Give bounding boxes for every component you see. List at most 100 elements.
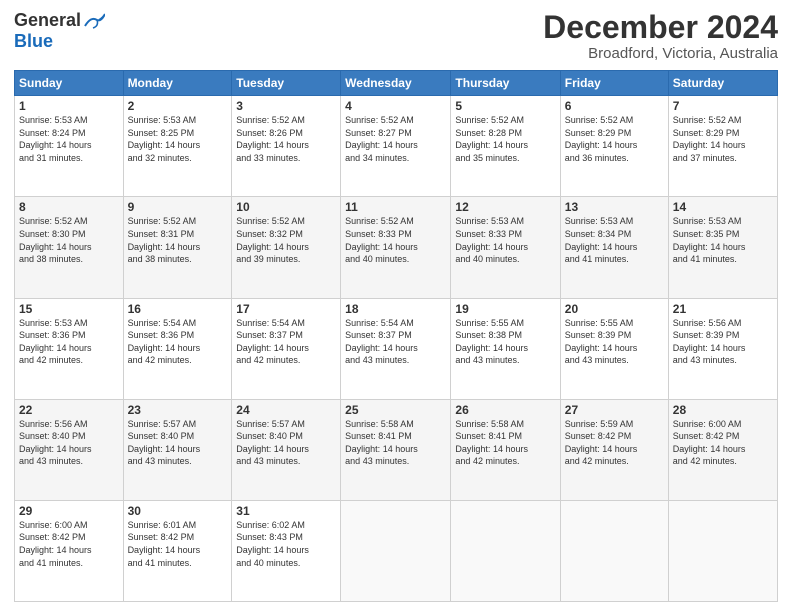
day-cell bbox=[560, 500, 668, 601]
sunrise-text: Sunrise: 5:55 AM bbox=[455, 318, 524, 328]
minutes-text: and 36 minutes. bbox=[565, 153, 629, 163]
minutes-text: and 41 minutes. bbox=[565, 254, 629, 264]
sunrise-text: Sunrise: 5:58 AM bbox=[345, 419, 414, 429]
sunset-text: Sunset: 8:33 PM bbox=[455, 229, 522, 239]
sunset-text: Sunset: 8:36 PM bbox=[128, 330, 195, 340]
sunset-text: Sunset: 8:39 PM bbox=[565, 330, 632, 340]
day-number: 9 bbox=[128, 200, 228, 214]
sunset-text: Sunset: 8:29 PM bbox=[673, 128, 740, 138]
sunset-text: Sunset: 8:37 PM bbox=[345, 330, 412, 340]
daylight-text: Daylight: 14 hours bbox=[345, 140, 418, 150]
sunset-text: Sunset: 8:42 PM bbox=[128, 532, 195, 542]
day-info: Sunrise: 5:53 AM Sunset: 8:36 PM Dayligh… bbox=[19, 317, 119, 367]
sunrise-text: Sunrise: 5:56 AM bbox=[19, 419, 88, 429]
minutes-text: and 40 minutes. bbox=[236, 558, 300, 568]
sunrise-text: Sunrise: 5:53 AM bbox=[19, 115, 88, 125]
day-cell: 30 Sunrise: 6:01 AM Sunset: 8:42 PM Dayl… bbox=[123, 500, 232, 601]
day-info: Sunrise: 5:54 AM Sunset: 8:36 PM Dayligh… bbox=[128, 317, 228, 367]
day-number: 20 bbox=[565, 302, 664, 316]
day-cell: 22 Sunrise: 5:56 AM Sunset: 8:40 PM Dayl… bbox=[15, 399, 124, 500]
sunrise-text: Sunrise: 5:53 AM bbox=[128, 115, 197, 125]
day-info: Sunrise: 5:52 AM Sunset: 8:32 PM Dayligh… bbox=[236, 215, 336, 265]
day-cell: 21 Sunrise: 5:56 AM Sunset: 8:39 PM Dayl… bbox=[668, 298, 777, 399]
day-info: Sunrise: 5:52 AM Sunset: 8:29 PM Dayligh… bbox=[565, 114, 664, 164]
minutes-text: and 43 minutes. bbox=[673, 355, 737, 365]
minutes-text: and 42 minutes. bbox=[236, 355, 300, 365]
day-cell: 13 Sunrise: 5:53 AM Sunset: 8:34 PM Dayl… bbox=[560, 197, 668, 298]
day-cell bbox=[451, 500, 560, 601]
sunrise-text: Sunrise: 5:52 AM bbox=[19, 216, 88, 226]
daylight-text: Daylight: 14 hours bbox=[345, 343, 418, 353]
day-number: 22 bbox=[19, 403, 119, 417]
day-info: Sunrise: 5:54 AM Sunset: 8:37 PM Dayligh… bbox=[345, 317, 446, 367]
day-number: 28 bbox=[673, 403, 773, 417]
day-cell: 16 Sunrise: 5:54 AM Sunset: 8:36 PM Dayl… bbox=[123, 298, 232, 399]
location: Broadford, Victoria, Australia bbox=[543, 45, 778, 62]
day-cell: 12 Sunrise: 5:53 AM Sunset: 8:33 PM Dayl… bbox=[451, 197, 560, 298]
day-info: Sunrise: 6:01 AM Sunset: 8:42 PM Dayligh… bbox=[128, 519, 228, 569]
day-info: Sunrise: 5:52 AM Sunset: 8:31 PM Dayligh… bbox=[128, 215, 228, 265]
sunrise-text: Sunrise: 5:58 AM bbox=[455, 419, 524, 429]
sunset-text: Sunset: 8:36 PM bbox=[19, 330, 86, 340]
day-info: Sunrise: 5:53 AM Sunset: 8:25 PM Dayligh… bbox=[128, 114, 228, 164]
sunrise-text: Sunrise: 5:52 AM bbox=[345, 115, 414, 125]
day-header-friday: Friday bbox=[560, 71, 668, 96]
day-header-thursday: Thursday bbox=[451, 71, 560, 96]
day-cell: 8 Sunrise: 5:52 AM Sunset: 8:30 PM Dayli… bbox=[15, 197, 124, 298]
sunset-text: Sunset: 8:37 PM bbox=[236, 330, 303, 340]
minutes-text: and 43 minutes. bbox=[236, 456, 300, 466]
logo-bird-icon bbox=[83, 12, 105, 30]
sunset-text: Sunset: 8:43 PM bbox=[236, 532, 303, 542]
sunset-text: Sunset: 8:42 PM bbox=[19, 532, 86, 542]
sunrise-text: Sunrise: 5:54 AM bbox=[345, 318, 414, 328]
sunrise-text: Sunrise: 5:52 AM bbox=[565, 115, 634, 125]
daylight-text: Daylight: 14 hours bbox=[19, 545, 92, 555]
sunset-text: Sunset: 8:33 PM bbox=[345, 229, 412, 239]
day-cell: 1 Sunrise: 5:53 AM Sunset: 8:24 PM Dayli… bbox=[15, 96, 124, 197]
day-cell: 7 Sunrise: 5:52 AM Sunset: 8:29 PM Dayli… bbox=[668, 96, 777, 197]
minutes-text: and 43 minutes. bbox=[345, 355, 409, 365]
daylight-text: Daylight: 14 hours bbox=[673, 140, 746, 150]
day-number: 3 bbox=[236, 99, 336, 113]
sunset-text: Sunset: 8:24 PM bbox=[19, 128, 86, 138]
sunrise-text: Sunrise: 5:57 AM bbox=[236, 419, 305, 429]
day-info: Sunrise: 5:56 AM Sunset: 8:39 PM Dayligh… bbox=[673, 317, 773, 367]
day-info: Sunrise: 5:56 AM Sunset: 8:40 PM Dayligh… bbox=[19, 418, 119, 468]
day-number: 24 bbox=[236, 403, 336, 417]
daylight-text: Daylight: 14 hours bbox=[236, 140, 309, 150]
day-info: Sunrise: 5:52 AM Sunset: 8:30 PM Dayligh… bbox=[19, 215, 119, 265]
daylight-text: Daylight: 14 hours bbox=[345, 444, 418, 454]
day-info: Sunrise: 6:00 AM Sunset: 8:42 PM Dayligh… bbox=[19, 519, 119, 569]
logo-general: General bbox=[14, 10, 81, 31]
logo-blue: Blue bbox=[14, 31, 53, 52]
day-number: 11 bbox=[345, 200, 446, 214]
daylight-text: Daylight: 14 hours bbox=[455, 444, 528, 454]
minutes-text: and 37 minutes. bbox=[673, 153, 737, 163]
minutes-text: and 40 minutes. bbox=[455, 254, 519, 264]
day-number: 12 bbox=[455, 200, 555, 214]
day-cell: 4 Sunrise: 5:52 AM Sunset: 8:27 PM Dayli… bbox=[341, 96, 451, 197]
day-info: Sunrise: 5:55 AM Sunset: 8:38 PM Dayligh… bbox=[455, 317, 555, 367]
day-cell bbox=[341, 500, 451, 601]
minutes-text: and 42 minutes. bbox=[19, 355, 83, 365]
day-number: 25 bbox=[345, 403, 446, 417]
sunrise-text: Sunrise: 5:53 AM bbox=[565, 216, 634, 226]
minutes-text: and 42 minutes. bbox=[455, 456, 519, 466]
sunrise-text: Sunrise: 6:01 AM bbox=[128, 520, 197, 530]
day-cell: 25 Sunrise: 5:58 AM Sunset: 8:41 PM Dayl… bbox=[341, 399, 451, 500]
daylight-text: Daylight: 14 hours bbox=[19, 140, 92, 150]
day-info: Sunrise: 5:53 AM Sunset: 8:35 PM Dayligh… bbox=[673, 215, 773, 265]
day-header-tuesday: Tuesday bbox=[232, 71, 341, 96]
minutes-text: and 31 minutes. bbox=[19, 153, 83, 163]
day-cell: 20 Sunrise: 5:55 AM Sunset: 8:39 PM Dayl… bbox=[560, 298, 668, 399]
daylight-text: Daylight: 14 hours bbox=[565, 140, 638, 150]
month-title: December 2024 bbox=[543, 10, 778, 45]
week-row-5: 29 Sunrise: 6:00 AM Sunset: 8:42 PM Dayl… bbox=[15, 500, 778, 601]
minutes-text: and 43 minutes. bbox=[345, 456, 409, 466]
sunset-text: Sunset: 8:42 PM bbox=[673, 431, 740, 441]
day-cell: 9 Sunrise: 5:52 AM Sunset: 8:31 PM Dayli… bbox=[123, 197, 232, 298]
week-row-4: 22 Sunrise: 5:56 AM Sunset: 8:40 PM Dayl… bbox=[15, 399, 778, 500]
sunset-text: Sunset: 8:41 PM bbox=[345, 431, 412, 441]
minutes-text: and 38 minutes. bbox=[128, 254, 192, 264]
sunset-text: Sunset: 8:39 PM bbox=[673, 330, 740, 340]
